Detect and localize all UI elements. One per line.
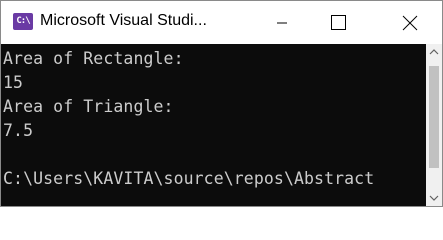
close-button[interactable] (385, 1, 431, 44)
console-line: 15 (3, 73, 24, 92)
minimize-icon (277, 22, 287, 24)
chevron-down-icon (429, 195, 439, 201)
console-line: Area of Triangle: (3, 97, 174, 116)
minimize-button[interactable] (259, 1, 305, 44)
vertical-scrollbar[interactable] (426, 44, 442, 206)
console-line: Area of Rectangle: (3, 49, 184, 68)
close-icon (402, 15, 418, 31)
console-window: C:\ Microsoft Visual Studi... Area of Re… (0, 0, 443, 207)
scroll-thumb[interactable] (429, 66, 439, 168)
console-prompt-line: C:\Users\KAVITA\source\repos\Abstract (3, 169, 375, 188)
window-title: Microsoft Visual Studi... (40, 12, 207, 29)
maximize-button[interactable] (313, 1, 359, 44)
scroll-up-button[interactable] (426, 44, 442, 60)
maximize-icon (331, 15, 346, 30)
console-line: 7.5 (3, 121, 34, 140)
scroll-down-button[interactable] (426, 190, 442, 206)
console-output[interactable]: Area of Rectangle: 15 Area of Triangle: … (1, 44, 426, 206)
chevron-up-icon (429, 49, 439, 55)
title-bar[interactable]: C:\ Microsoft Visual Studi... (1, 1, 442, 44)
visual-studio-console-icon[interactable]: C:\ (13, 13, 33, 30)
